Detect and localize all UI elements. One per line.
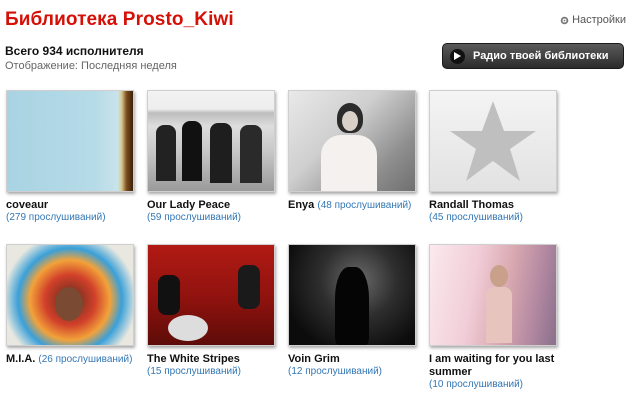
artist-image-mia[interactable]	[6, 244, 134, 346]
artist-image-our-lady-peace[interactable]	[147, 90, 275, 192]
settings-link[interactable]: Настройки	[560, 14, 626, 26]
artist-count: Всего 934 исполнителя	[5, 44, 144, 58]
artist-name-link[interactable]: Enya	[288, 199, 314, 211]
artist-tile: coveaur (279 прослушиваний)	[6, 90, 136, 224]
artist-image-the-white-stripes[interactable]	[147, 244, 275, 346]
artist-tile: Voin Grim (12 прослушиваний)	[288, 244, 418, 378]
artist-image-coveaur[interactable]	[6, 90, 134, 192]
play-count: (279 прослушиваний)	[6, 212, 106, 223]
gear-icon	[560, 16, 569, 24]
artist-name-link[interactable]: The White Stripes	[147, 353, 240, 365]
artist-name-link[interactable]: I am waiting for you last summer	[429, 353, 554, 378]
artist-name-link[interactable]: M.I.A.	[6, 353, 35, 365]
artist-tile: Our Lady Peace (59 прослушиваний)	[147, 90, 277, 224]
artist-tile: M.I.A. (26 прослушиваний)	[6, 244, 136, 366]
artist-image-voin-grim[interactable]	[288, 244, 416, 346]
star-icon	[450, 101, 536, 181]
play-count: (45 прослушиваний)	[429, 212, 523, 223]
artist-name-link[interactable]: Randall Thomas	[429, 199, 514, 211]
artist-image-enya[interactable]	[288, 90, 416, 192]
artist-image-placeholder[interactable]	[429, 90, 557, 192]
play-count: (59 прослушиваний)	[147, 212, 241, 223]
library-radio-label: Радио твоей библиотеки	[473, 50, 609, 62]
play-count: (12 прослушиваний)	[288, 366, 382, 377]
artist-image-i-am-waiting[interactable]	[429, 244, 557, 346]
play-count: (48 прослушиваний)	[317, 200, 412, 211]
settings-label: Настройки	[572, 14, 626, 26]
artist-name-link[interactable]: Our Lady Peace	[147, 199, 230, 211]
artist-tile: The White Stripes (15 прослушиваний)	[147, 244, 277, 378]
artist-tile: I am waiting for you last summer (10 про…	[429, 244, 559, 391]
artist-tile: Enya (48 прослушиваний)	[288, 90, 418, 212]
artist-name-link[interactable]: coveaur	[6, 199, 48, 211]
page-title: Библиотека Prosto_Kiwi	[5, 9, 234, 30]
play-count: (15 прослушиваний)	[147, 366, 241, 377]
play-count: (26 прослушиваний)	[38, 354, 133, 365]
play-count: (10 прослушиваний)	[429, 379, 523, 390]
display-period: Отображение: Последняя неделя	[5, 60, 177, 72]
library-radio-button[interactable]: Радио твоей библиотеки	[442, 43, 624, 69]
play-icon	[450, 48, 465, 64]
artist-tile: Randall Thomas (45 прослушиваний)	[429, 90, 559, 224]
artist-name-link[interactable]: Voin Grim	[288, 353, 340, 365]
